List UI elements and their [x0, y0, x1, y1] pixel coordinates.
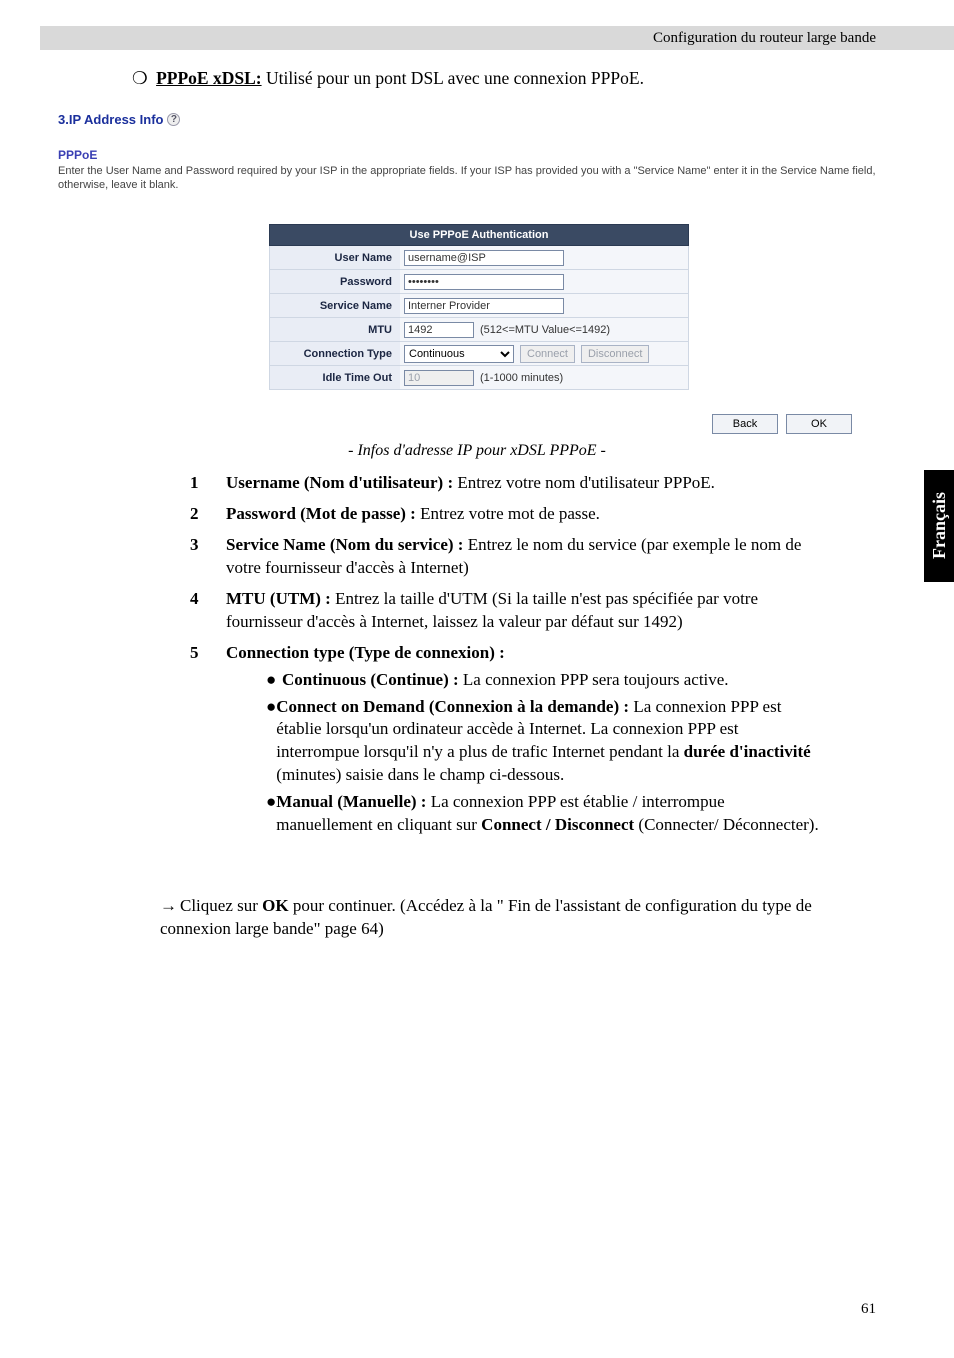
row-password: Password — [269, 270, 689, 294]
item-body: Connection type (Type de connexion) : ● … — [226, 642, 820, 842]
pppoe-auth-form: Use PPPoE Authentication User Name Passw… — [269, 224, 689, 390]
bullet-dot-icon: ● — [266, 791, 276, 837]
figure-caption: - Infos d'adresse IP pour xDSL PPPoE - — [0, 442, 954, 460]
service-input[interactable] — [404, 298, 564, 314]
bullet-item: ● Manual (Manuelle) : La connexion PPP e… — [266, 791, 820, 837]
back-ok-row: Back OK — [712, 414, 852, 434]
list-item: 2 Password (Mot de passe) : Entrez votre… — [190, 503, 820, 526]
list-item: 1 Username (Nom d'utilisateur) : Entrez … — [190, 472, 820, 495]
help-icon[interactable]: ? — [167, 113, 180, 126]
idle-input[interactable] — [404, 370, 474, 386]
item-number: 5 — [190, 642, 226, 842]
form-title: Use PPPoE Authentication — [269, 224, 689, 246]
list-item: 5 Connection type (Type de connexion) : … — [190, 642, 820, 842]
pppox-title: PPPoE xDSL: — [156, 68, 262, 88]
username-input[interactable] — [404, 250, 564, 266]
label-service: Service Name — [270, 294, 400, 317]
section-heading-text: 3.IP Address Info — [58, 112, 163, 127]
page-number: 61 — [861, 1301, 876, 1318]
item-number: 3 — [190, 534, 226, 580]
item-body: Password (Mot de passe) : Entrez votre m… — [226, 503, 820, 526]
item-body: MTU (UTM) : Entrez la taille d'UTM (Si l… — [226, 588, 820, 634]
item-number: 4 — [190, 588, 226, 634]
list-item: 3 Service Name (Nom du service) : Entrez… — [190, 534, 820, 580]
bullet-item: ● Connect on Demand (Connexion à la dema… — [266, 696, 820, 788]
row-username: User Name — [269, 246, 689, 270]
back-button[interactable]: Back — [712, 414, 778, 434]
row-idle: Idle Time Out (1-1000 minutes) — [269, 366, 689, 390]
pppox-heading: ❍ PPPoE xDSL: Utilisé pour un pont DSL a… — [132, 68, 644, 89]
label-conn-type: Connection Type — [270, 342, 400, 365]
bullet-dot-icon: ● — [266, 696, 276, 788]
ok-button[interactable]: OK — [786, 414, 852, 434]
disconnect-button[interactable]: Disconnect — [581, 345, 649, 363]
list-item: 4 MTU (UTM) : Entrez la taille d'UTM (Si… — [190, 588, 820, 634]
bullet-item: ● Continuous (Continue) : La connexion P… — [266, 669, 820, 692]
item-number: 2 — [190, 503, 226, 526]
row-mtu: MTU (512<=MTU Value<=1492) — [269, 318, 689, 342]
item-number: 1 — [190, 472, 226, 495]
bullet-dot-icon: ● — [266, 669, 282, 692]
radio-icon: ❍ — [132, 68, 148, 88]
language-tab: Français — [924, 470, 954, 582]
mtu-hint: (512<=MTU Value<=1492) — [480, 324, 610, 336]
arrow-paragraph: →Cliquez sur OK pour continuer. (Accédez… — [160, 895, 880, 941]
label-password: Password — [270, 270, 400, 293]
bullet-list: ● Continuous (Continue) : La connexion P… — [266, 669, 820, 838]
pppox-desc: Utilisé pour un pont DSL avec une connex… — [266, 68, 644, 88]
row-conn-type: Connection Type Continuous Connect Disco… — [269, 342, 689, 366]
row-service: Service Name — [269, 294, 689, 318]
arrow-icon: → — [160, 895, 180, 918]
idle-hint: (1-1000 minutes) — [480, 372, 563, 384]
pppoe-label: PPPoE — [58, 148, 97, 162]
mtu-input[interactable] — [404, 322, 474, 338]
header-text: Configuration du routeur large bande — [653, 30, 876, 47]
item-body: Username (Nom d'utilisateur) : Entrez vo… — [226, 472, 820, 495]
label-username: User Name — [270, 246, 400, 269]
section-heading: 3.IP Address Info ? — [58, 112, 180, 127]
conn-type-select[interactable]: Continuous — [404, 345, 514, 363]
connect-button[interactable]: Connect — [520, 345, 575, 363]
label-mtu: MTU — [270, 318, 400, 341]
pppoe-description: Enter the User Name and Password require… — [58, 164, 876, 193]
password-input[interactable] — [404, 274, 564, 290]
item-body: Service Name (Nom du service) : Entrez l… — [226, 534, 820, 580]
page: Configuration du routeur large bande ❍ P… — [0, 0, 954, 1358]
label-idle: Idle Time Out — [270, 366, 400, 389]
numbered-list: 1 Username (Nom d'utilisateur) : Entrez … — [190, 472, 820, 849]
